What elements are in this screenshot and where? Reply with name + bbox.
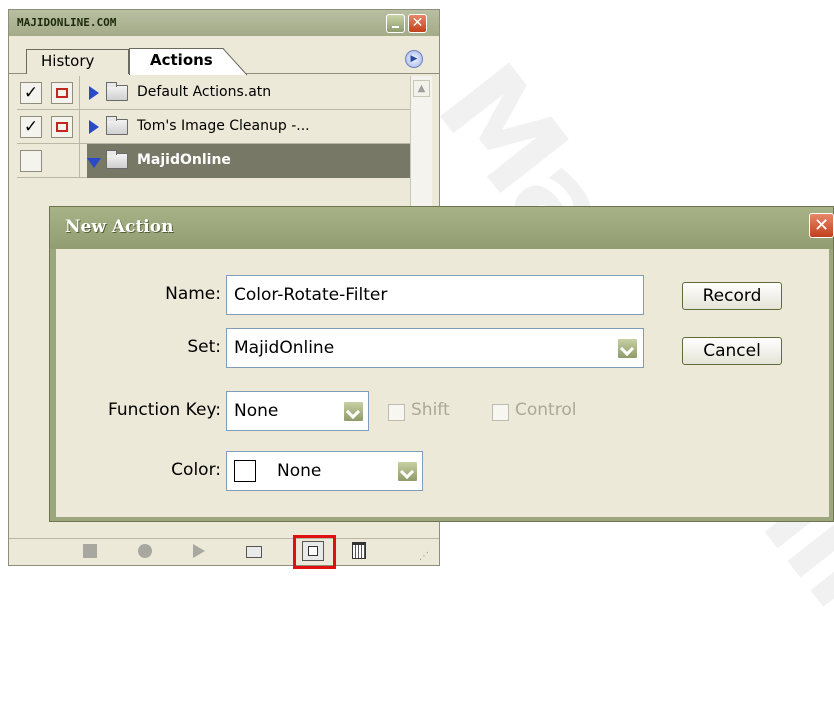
toggle-check-icon[interactable]: ✓ (20, 116, 42, 138)
play-icon[interactable] (193, 544, 205, 558)
new-action-dialog: New Action ✕ Name: Color-Rotate-Filter R… (49, 206, 834, 522)
dialog-toggle-icon[interactable] (51, 116, 73, 138)
highlight-box (293, 535, 336, 569)
trash-icon[interactable] (352, 542, 366, 559)
expand-triangle-icon[interactable] (89, 86, 99, 100)
row-separator (79, 110, 80, 144)
panel-toolbar: ⋰ (9, 535, 439, 569)
stop-icon[interactable] (83, 544, 97, 558)
panel-titlebar[interactable]: MAJIDONLINE.COM ✕ (9, 10, 439, 36)
scroll-up-icon[interactable]: ▲ (413, 80, 430, 97)
record-icon[interactable] (138, 544, 152, 558)
list-item[interactable]: ✓ Default Actions.atn (17, 76, 410, 110)
panel-menu-icon[interactable]: ▶ (405, 50, 423, 68)
name-label: Name: (165, 284, 221, 304)
dialog-body: Name: Color-Rotate-Filter Record Set: Ma… (56, 249, 829, 517)
selected-row-highlight (87, 144, 410, 178)
new-set-icon[interactable] (246, 546, 262, 558)
folder-icon (106, 116, 128, 135)
scrollbar[interactable]: ▲ (410, 76, 432, 208)
toggle-check-icon[interactable] (20, 150, 42, 172)
dialog-toggle-icon[interactable] (51, 82, 73, 104)
toggle-check-icon[interactable]: ✓ (20, 82, 42, 104)
action-set-label: Default Actions.atn (137, 84, 272, 100)
control-label: Control (515, 400, 577, 420)
row-separator (79, 144, 80, 178)
shift-label: Shift (411, 400, 450, 420)
folder-icon (106, 82, 128, 101)
name-input[interactable]: Color-Rotate-Filter (226, 275, 644, 315)
function-key-label: Function Key: (107, 400, 221, 420)
record-button[interactable]: Record (682, 282, 782, 310)
close-icon[interactable]: ✕ (408, 14, 427, 33)
minimize-icon[interactable] (386, 14, 405, 33)
panel-title: MAJIDONLINE.COM (17, 16, 117, 29)
dialog-titlebar[interactable]: New Action ✕ (50, 207, 834, 249)
color-swatch (234, 460, 256, 482)
list-item[interactable]: MajidOnline (17, 144, 410, 178)
chevron-down-icon[interactable] (617, 338, 638, 359)
shift-checkbox[interactable] (388, 404, 405, 421)
set-label: Set: (187, 337, 221, 357)
collapse-triangle-icon[interactable] (87, 158, 101, 168)
folder-icon (106, 150, 128, 169)
resize-grip-icon[interactable]: ⋰ (419, 551, 429, 562)
action-set-label: Tom's Image Cleanup -... (137, 118, 310, 134)
chevron-down-icon[interactable] (343, 401, 364, 422)
close-icon[interactable]: ✕ (809, 213, 834, 238)
control-checkbox[interactable] (492, 404, 509, 421)
action-set-label: MajidOnline (137, 152, 231, 168)
dialog-title: New Action (65, 217, 174, 237)
set-select[interactable]: MajidOnline (226, 328, 644, 368)
tab-history[interactable]: History (26, 49, 129, 74)
expand-triangle-icon[interactable] (89, 120, 99, 134)
tab-strip: History Actions ▶ (9, 36, 439, 76)
tab-actions-outline (129, 48, 248, 76)
chevron-down-icon[interactable] (397, 461, 418, 482)
cancel-button[interactable]: Cancel (682, 337, 782, 365)
list-item[interactable]: ✓ Tom's Image Cleanup -... (17, 110, 410, 144)
row-separator (79, 76, 80, 110)
color-label: Color: (171, 460, 221, 480)
